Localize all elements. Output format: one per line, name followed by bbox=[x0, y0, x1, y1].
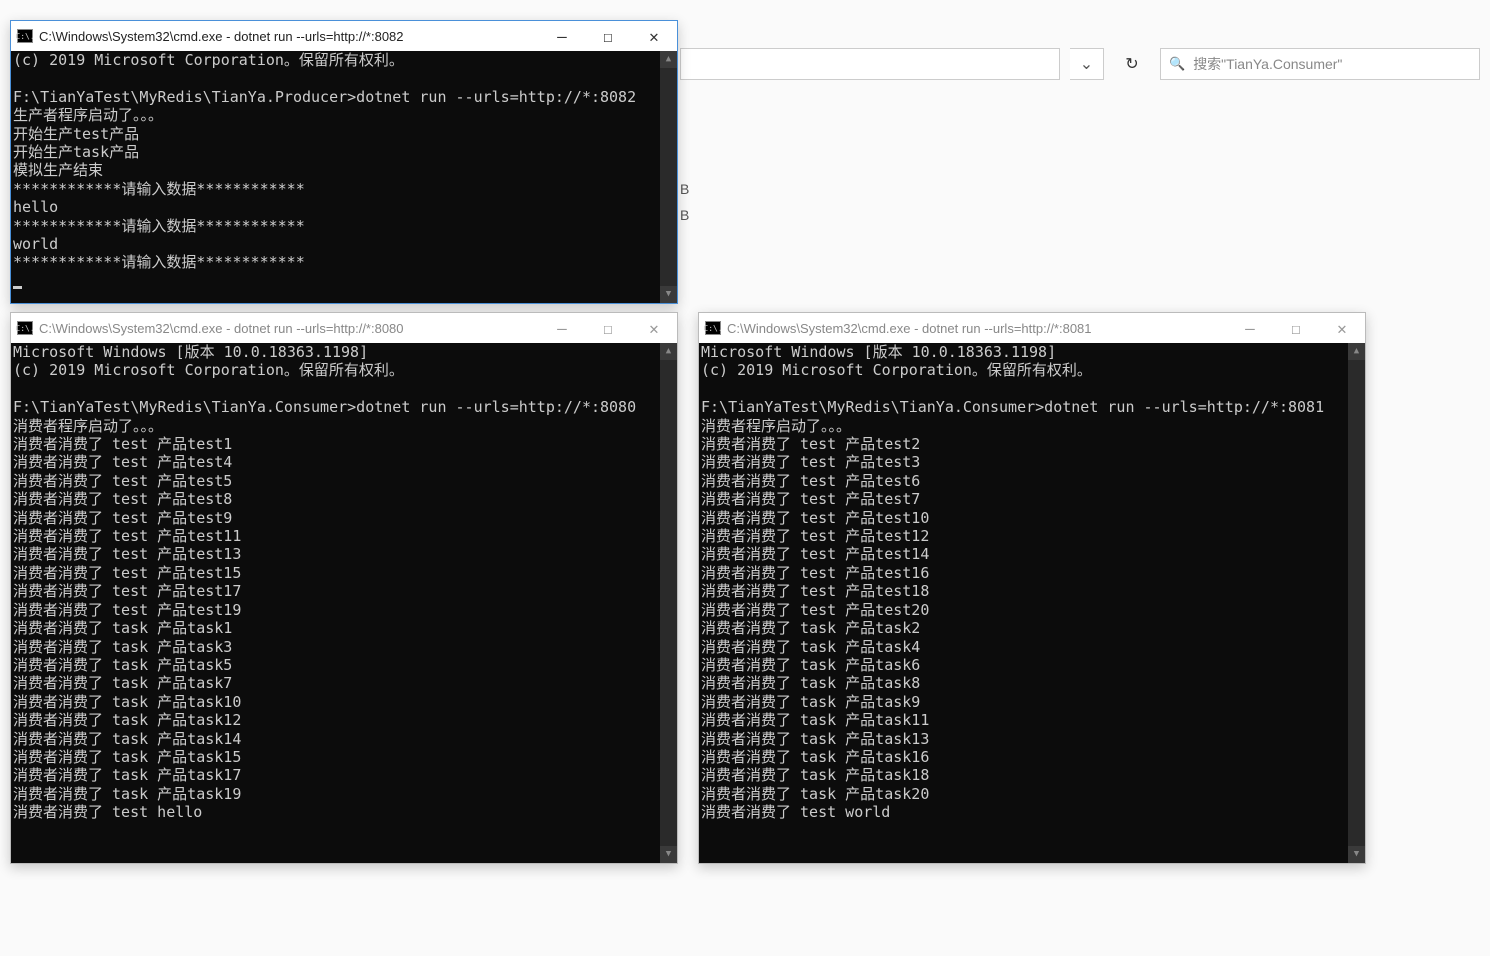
cmd-icon: C:\. bbox=[705, 321, 721, 335]
search-input[interactable]: 🔍 搜索"TianYa.Consumer" bbox=[1160, 48, 1480, 80]
explorer-list-item[interactable]: B bbox=[680, 181, 689, 197]
explorer-toolbar: ⌄ ↻ 🔍 搜索"TianYa.Consumer" bbox=[680, 45, 1480, 83]
vertical-scrollbar[interactable]: ▲▼ bbox=[1348, 343, 1365, 863]
maximize-button[interactable]: ☐ bbox=[585, 313, 631, 343]
window-title: C:\Windows\System32\cmd.exe - dotnet run… bbox=[727, 321, 1227, 336]
minimize-button[interactable]: — bbox=[539, 313, 585, 343]
console-output[interactable]: Microsoft Windows [版本 10.0.18363.1198] (… bbox=[11, 343, 677, 863]
vertical-scrollbar[interactable]: ▲▼ bbox=[660, 51, 677, 303]
cmd-window[interactable]: C:\. C:\Windows\System32\cmd.exe - dotnet… bbox=[10, 20, 678, 304]
close-button[interactable]: ✕ bbox=[631, 313, 677, 343]
minimize-button[interactable]: — bbox=[1227, 313, 1273, 343]
refresh-button[interactable]: ↻ bbox=[1114, 48, 1150, 80]
search-placeholder: 搜索"TianYa.Consumer" bbox=[1193, 54, 1342, 74]
scroll-up-button[interactable]: ▲ bbox=[660, 51, 677, 68]
scroll-down-button[interactable]: ▼ bbox=[660, 846, 677, 863]
close-button[interactable]: ✕ bbox=[631, 21, 677, 51]
titlebar[interactable]: C:\. C:\Windows\System32\cmd.exe - dotnet… bbox=[11, 21, 677, 51]
scroll-up-button[interactable]: ▲ bbox=[660, 343, 677, 360]
cmd-icon: C:\. bbox=[17, 29, 33, 43]
window-title: C:\Windows\System32\cmd.exe - dotnet run… bbox=[39, 29, 539, 44]
scroll-up-button[interactable]: ▲ bbox=[1348, 343, 1365, 360]
vertical-scrollbar[interactable]: ▲▼ bbox=[660, 343, 677, 863]
console-output[interactable]: Microsoft Windows [版本 10.0.18363.1198] (… bbox=[699, 343, 1365, 863]
text-cursor bbox=[13, 286, 22, 289]
console-output[interactable]: (c) 2019 Microsoft Corporation。保留所有权利。 F… bbox=[11, 51, 677, 303]
cmd-icon: C:\. bbox=[17, 321, 33, 335]
scroll-down-button[interactable]: ▼ bbox=[1348, 846, 1365, 863]
address-dropdown[interactable]: ⌄ bbox=[1070, 48, 1104, 80]
maximize-button[interactable]: ☐ bbox=[585, 21, 631, 51]
cmd-window[interactable]: C:\. C:\Windows\System32\cmd.exe - dotnet… bbox=[10, 312, 678, 864]
address-bar[interactable] bbox=[680, 48, 1060, 80]
cmd-window[interactable]: C:\. C:\Windows\System32\cmd.exe - dotnet… bbox=[698, 312, 1366, 864]
explorer-list-item[interactable]: B bbox=[680, 207, 689, 223]
titlebar[interactable]: C:\. C:\Windows\System32\cmd.exe - dotnet… bbox=[11, 313, 677, 343]
maximize-button[interactable]: ☐ bbox=[1273, 313, 1319, 343]
close-button[interactable]: ✕ bbox=[1319, 313, 1365, 343]
minimize-button[interactable]: — bbox=[539, 21, 585, 51]
search-icon: 🔍 bbox=[1169, 56, 1185, 72]
titlebar[interactable]: C:\. C:\Windows\System32\cmd.exe - dotnet… bbox=[699, 313, 1365, 343]
window-title: C:\Windows\System32\cmd.exe - dotnet run… bbox=[39, 321, 539, 336]
scroll-down-button[interactable]: ▼ bbox=[660, 286, 677, 303]
